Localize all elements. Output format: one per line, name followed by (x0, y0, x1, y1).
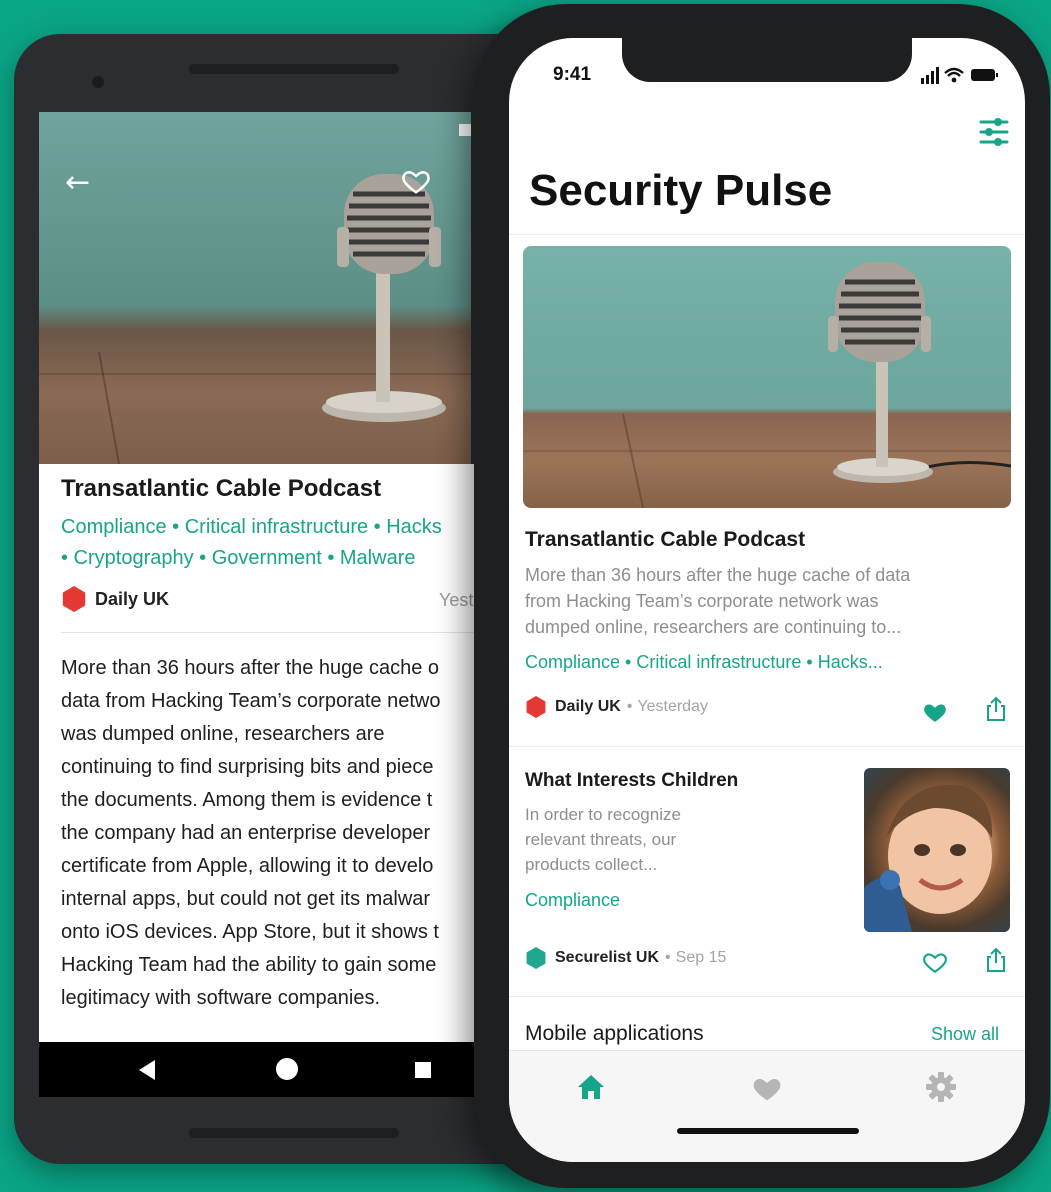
tab-bar (509, 1050, 1025, 1162)
signal-icon (921, 67, 939, 84)
iphone-screen: 9:41 Security Pulse Transatlantic Cable … (509, 38, 1025, 1162)
divider (509, 234, 1025, 235)
nav-back-icon[interactable] (139, 1060, 155, 1080)
body-line: Hacking Team had the ability to gain som… (61, 954, 437, 976)
heart-filled-icon[interactable] (922, 699, 948, 723)
wifi-icon (944, 67, 964, 77)
body-line: onto iOS devices. App Store, but it show… (61, 921, 439, 943)
body-line: the company had an enterprise developer (61, 822, 431, 844)
body-line: certificate from Apple, allowing it to d… (61, 855, 434, 877)
card-meta[interactable]: Daily UK • Yesterday (525, 696, 708, 718)
home-icon[interactable] (575, 1071, 607, 1103)
share-icon[interactable] (985, 696, 1007, 722)
card-description: In order to recognize relevant threats, … (525, 802, 725, 877)
android-camera (92, 76, 104, 88)
tags-line[interactable]: Compliance • Critical infrastructure • H… (61, 512, 531, 543)
card-title[interactable]: Transatlantic Cable Podcast (525, 528, 805, 552)
heart-icon[interactable] (751, 1071, 783, 1103)
article-source[interactable]: Daily UK (61, 586, 169, 612)
card-image-microphone[interactable] (523, 246, 1011, 508)
card-description: More than 36 hours after the huge cache … (525, 562, 995, 640)
android-bottom-speaker (189, 1128, 399, 1138)
microphone-illustration (523, 262, 1011, 508)
divider (61, 632, 531, 633)
card-title[interactable]: What Interests Children (525, 770, 738, 792)
body-line: legitimacy with software companies. (61, 987, 381, 1009)
article-title: Transatlantic Cable Podcast (61, 475, 382, 502)
desc-line: dumped online, researchers are continuin… (525, 617, 902, 637)
heart-outline-icon[interactable] (922, 950, 948, 974)
card-tags[interactable]: Compliance • Critical infrastructure • H… (525, 652, 883, 673)
divider (509, 746, 1025, 747)
notch (622, 38, 912, 82)
daily-uk-logo-icon (526, 696, 546, 718)
page-title: Security Pulse (529, 166, 833, 215)
card-date: Yesterday (637, 698, 708, 715)
article-tags[interactable]: Compliance • Critical infrastructure • H… (61, 512, 531, 574)
battery-icon (971, 69, 995, 81)
divider (509, 996, 1025, 997)
desc-line: from Hacking Team’s corporate network wa… (525, 591, 879, 611)
card-image-child[interactable] (864, 768, 1010, 932)
iphone: 9:41 Security Pulse Transatlantic Cable … (474, 4, 1050, 1188)
body-line: continuing to find surprising bits and p… (61, 756, 434, 778)
desc-line: relevant threats, our (525, 830, 677, 849)
child-photo-illustration (864, 785, 993, 932)
android-speaker (189, 64, 399, 74)
status-time: 9:41 (553, 64, 592, 85)
source-name: Daily UK (95, 588, 170, 609)
article-body: More than 36 hours after the huge cache … (61, 652, 531, 1015)
body-line: was dumped online, researchers are (61, 723, 385, 745)
heart-outline-icon[interactable] (401, 166, 431, 196)
separator-dot: • (626, 698, 633, 715)
share-icon[interactable] (985, 947, 1007, 973)
gear-icon[interactable] (925, 1071, 957, 1103)
source-name: Daily UK (555, 698, 621, 715)
nav-recents-icon[interactable] (415, 1062, 431, 1078)
status-icons (921, 67, 998, 84)
body-line: More than 36 hours after the huge cache … (61, 657, 440, 679)
securelist-logo-icon (526, 947, 546, 969)
desc-line: In order to recognize (525, 805, 681, 824)
nav-home-icon[interactable] (276, 1058, 298, 1080)
filter-sliders-icon[interactable] (979, 116, 1009, 148)
desc-line: products collect... (525, 855, 658, 874)
section-title: Mobile applications (525, 1022, 704, 1045)
desc-line: More than 36 hours after the huge cache … (525, 565, 911, 585)
body-line: the documents. Among them is evidence t (61, 789, 433, 811)
body-line: data from Hacking Team’s corporate netwo (61, 690, 441, 712)
card-tag[interactable]: Compliance (525, 890, 620, 911)
show-all-link[interactable]: Show all (931, 1024, 999, 1045)
back-arrow-icon[interactable]: ← (65, 168, 90, 198)
card-date: Sep 15 (675, 949, 727, 966)
body-line: internal apps, but could not get its mal… (61, 888, 431, 910)
card-meta[interactable]: Securelist UK • Sep 15 (525, 947, 726, 969)
separator-dot: • (665, 949, 671, 966)
source-name: Securelist UK (555, 949, 660, 966)
home-indicator[interactable] (677, 1128, 859, 1134)
daily-uk-logo-icon (62, 586, 86, 612)
tags-line[interactable]: • Cryptography • Government • Malware (61, 543, 531, 574)
